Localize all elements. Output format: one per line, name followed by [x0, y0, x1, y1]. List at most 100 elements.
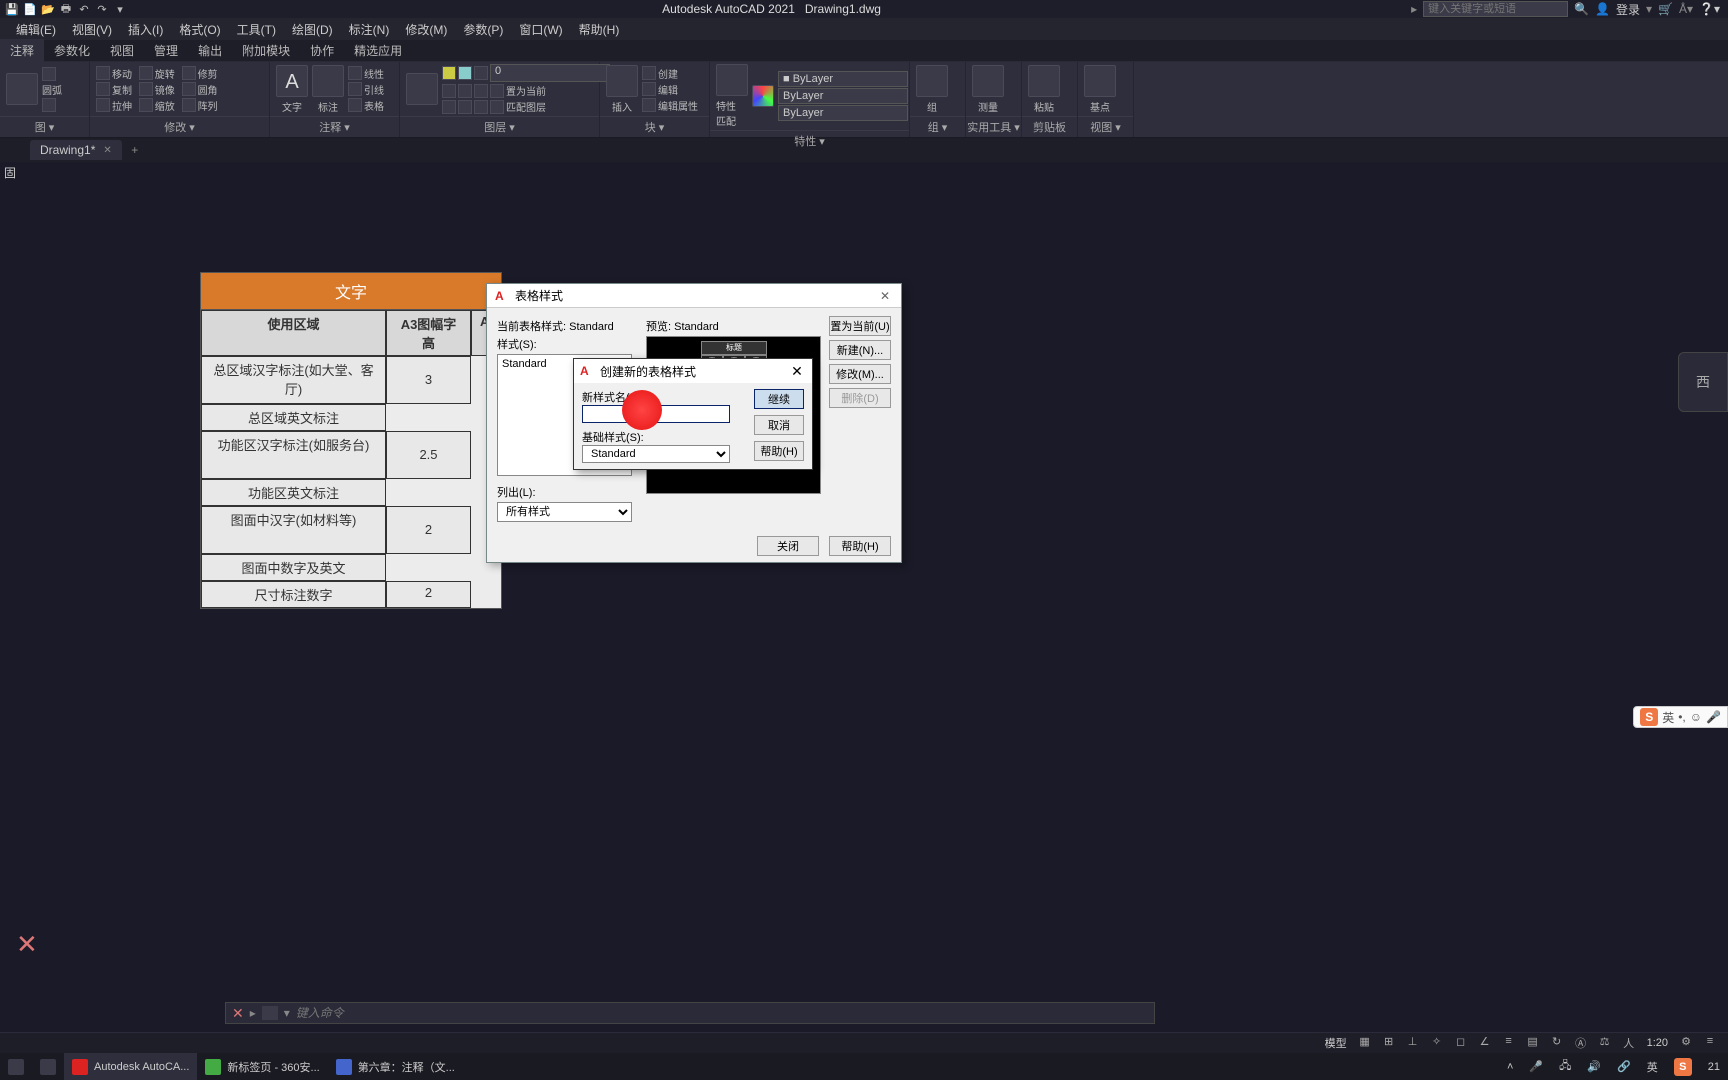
dialog-titlebar[interactable]: A 表格样式 ✕: [487, 284, 901, 308]
palette-button[interactable]: [752, 85, 774, 107]
tab-manage[interactable]: 管理: [144, 39, 188, 62]
app-icon[interactable]: Å▾: [1679, 2, 1693, 16]
menu-tools[interactable]: 工具(T): [229, 19, 284, 40]
tab-view[interactable]: 视图: [100, 39, 144, 62]
cart-icon[interactable]: 🛒: [1658, 2, 1673, 16]
ime-punct-icon[interactable]: •,: [1678, 710, 1686, 724]
layerlock-icon[interactable]: [474, 66, 488, 80]
panel-view-label[interactable]: 视图 ▾: [1078, 116, 1133, 137]
polar-icon[interactable]: ✧: [1427, 1035, 1447, 1051]
li3-icon[interactable]: [474, 84, 488, 98]
viewcube[interactable]: 西: [1678, 352, 1728, 412]
ime-lang[interactable]: 英: [1662, 709, 1674, 726]
continue-button[interactable]: 继续: [754, 389, 804, 409]
tab-addins[interactable]: 附加模块: [232, 39, 300, 62]
move-icon[interactable]: [96, 66, 110, 80]
trim-icon[interactable]: [182, 66, 196, 80]
anno3-icon[interactable]: 人: [1619, 1035, 1639, 1051]
panel-block-label[interactable]: 块 ▾: [600, 116, 709, 137]
grid-icon[interactable]: ▦: [1355, 1035, 1375, 1051]
tray-ime[interactable]: 英: [1639, 1053, 1666, 1080]
layeron-icon[interactable]: [442, 66, 456, 80]
base-style-combo[interactable]: Standard: [582, 445, 730, 463]
dropdown-icon[interactable]: ▾: [1646, 2, 1652, 16]
line-button[interactable]: [6, 73, 38, 105]
ime-toolbar[interactable]: S 英 •, ☺ 🎤: [1633, 706, 1728, 728]
li5-icon[interactable]: [442, 100, 456, 114]
menu-help[interactable]: 帮助(H): [571, 19, 628, 40]
tray-net-icon[interactable]: 🖧: [1551, 1053, 1579, 1080]
ime-emoji-icon[interactable]: ☺: [1690, 710, 1702, 724]
cycle-icon[interactable]: ↻: [1547, 1035, 1567, 1051]
copy-icon[interactable]: [96, 82, 110, 96]
scale-button[interactable]: 1:20: [1643, 1037, 1672, 1049]
paste-button[interactable]: 粘贴: [1028, 65, 1060, 114]
base-button[interactable]: 基点: [1084, 65, 1116, 114]
start-button[interactable]: [0, 1053, 32, 1080]
linetype-combo[interactable]: ByLayer: [778, 105, 908, 121]
command-line[interactable]: ✕ ▸ ▾: [225, 1002, 1155, 1024]
help-button[interactable]: 帮助(H): [829, 536, 891, 556]
menu-icon[interactable]: ≡: [1700, 1035, 1720, 1051]
tray-up-icon[interactable]: ˄: [1499, 1053, 1521, 1080]
snap-icon[interactable]: ⊞: [1379, 1035, 1399, 1051]
tab-annotate[interactable]: 注释: [0, 39, 44, 62]
insert-button[interactable]: 插入: [606, 65, 638, 114]
tab-parametric[interactable]: 参数化: [44, 39, 100, 62]
qat-plot-icon[interactable]: 🖶: [58, 1, 74, 17]
arc-icon[interactable]: [42, 67, 56, 81]
qat-dropdown-icon[interactable]: ▾: [112, 1, 128, 17]
rotate-icon[interactable]: [139, 66, 153, 80]
qat-save-icon[interactable]: 💾: [4, 1, 20, 17]
linear-icon[interactable]: [348, 66, 362, 80]
search-input[interactable]: [1423, 1, 1568, 17]
osnap-icon[interactable]: ◻: [1451, 1035, 1471, 1051]
tray-clock[interactable]: 21: [1700, 1053, 1728, 1080]
circle-icon[interactable]: [42, 98, 56, 112]
login-button[interactable]: 登录: [1616, 1, 1640, 18]
panel-draw-label[interactable]: 图 ▾: [0, 116, 89, 137]
li1-icon[interactable]: [442, 84, 456, 98]
scale-icon[interactable]: [139, 98, 153, 112]
table-icon[interactable]: [348, 98, 362, 112]
taskbar-doc[interactable]: 第六章：注释（文...: [328, 1053, 463, 1080]
anno2-icon[interactable]: ⚖: [1595, 1035, 1615, 1051]
qat-redo-icon[interactable]: ↷: [94, 1, 110, 17]
group-button[interactable]: 组: [916, 65, 948, 114]
panel-util-label[interactable]: 实用工具 ▾: [966, 116, 1021, 137]
user-icon[interactable]: 👤: [1595, 2, 1610, 16]
close-button[interactable]: 关闭: [757, 536, 819, 556]
fillet-icon[interactable]: [182, 82, 196, 96]
menu-parametric[interactable]: 参数(P): [455, 19, 511, 40]
panel-layer-label[interactable]: 图层 ▾: [400, 116, 599, 137]
qat-undo-icon[interactable]: ↶: [76, 1, 92, 17]
close-icon[interactable]: ✕: [877, 289, 893, 303]
model-button[interactable]: 模型: [1321, 1035, 1351, 1051]
modify-button[interactable]: 修改(M)...: [829, 364, 891, 384]
command-input[interactable]: [296, 1006, 1148, 1020]
transparency-icon[interactable]: ▤: [1523, 1035, 1543, 1051]
menu-draw[interactable]: 绘图(D): [284, 19, 341, 40]
menu-dimension[interactable]: 标注(N): [341, 19, 398, 40]
panel-annot-label[interactable]: 注释 ▾: [270, 116, 399, 137]
tray-mic-icon[interactable]: 🎤: [1521, 1053, 1551, 1080]
menu-insert[interactable]: 插入(I): [120, 19, 171, 40]
tab-output[interactable]: 输出: [188, 39, 232, 62]
attredit-icon[interactable]: [642, 98, 656, 112]
menu-view[interactable]: 视图(V): [64, 19, 120, 40]
gear-icon[interactable]: ⚙: [1676, 1035, 1696, 1051]
sogou-icon[interactable]: S: [1640, 708, 1658, 726]
taskbar-autocad[interactable]: Autodesk AutoCA...: [64, 1053, 197, 1080]
panel-clip-label[interactable]: 剪贴板: [1022, 116, 1077, 137]
panel-group-label[interactable]: 组 ▾: [910, 116, 965, 137]
dialog2-titlebar[interactable]: A 创建新的表格样式 ✕: [574, 359, 812, 383]
create-icon[interactable]: [642, 66, 656, 80]
anno-icon[interactable]: Ⓐ: [1571, 1035, 1591, 1051]
matchprop-button[interactable]: 特性 匹配: [716, 64, 748, 128]
layerfreeze-icon[interactable]: [458, 66, 472, 80]
cmd-chevron-icon[interactable]: ▸: [250, 1006, 256, 1020]
explorer-button[interactable]: [32, 1053, 64, 1080]
li8-icon[interactable]: [490, 100, 504, 114]
lineweight-combo[interactable]: ByLayer: [778, 88, 908, 104]
color-combo[interactable]: ■ ByLayer: [778, 71, 908, 87]
